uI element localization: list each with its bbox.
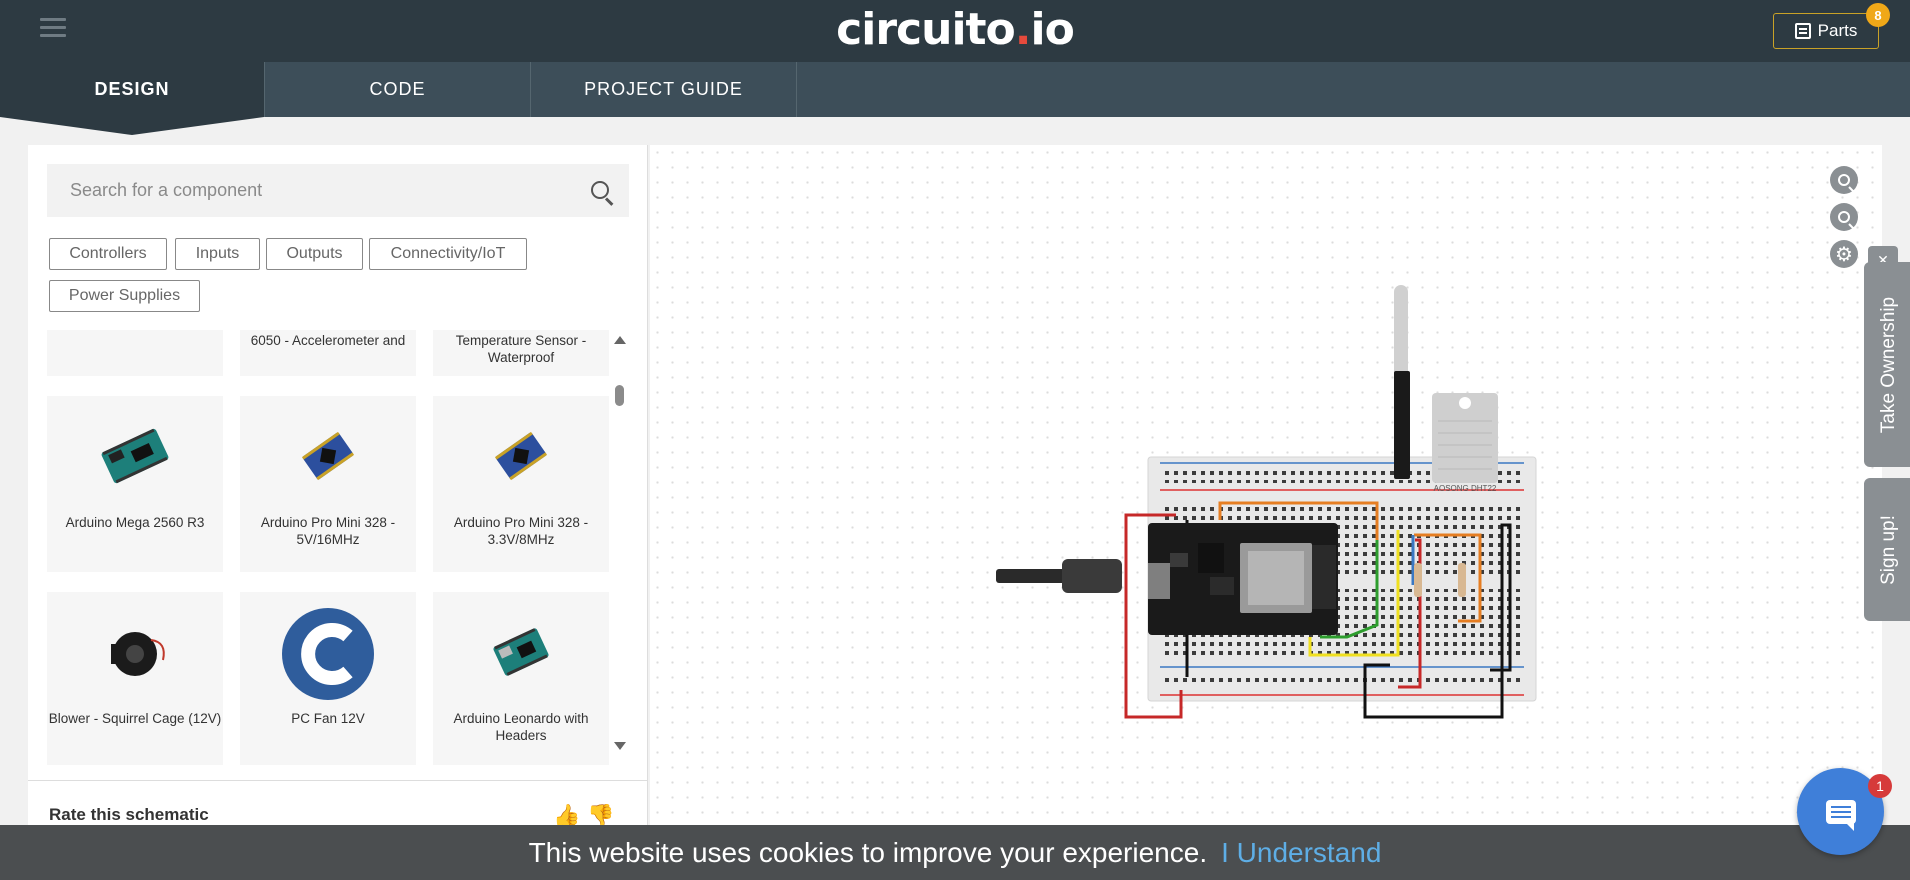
sign-up-label: Sign up! [1878,514,1899,585]
component-label: Blower - Squirrel Cage (12V) [48,711,222,726]
component-label: Temperature Sensor - Waterproof [455,333,587,365]
cookie-message: This website uses cookies to improve you… [528,836,1208,868]
resistor [1414,563,1422,597]
component-card[interactable]: Arduino Pro Mini 328 - 5V/16MHz [240,396,416,572]
component-card[interactable] [47,330,223,376]
component-card[interactable]: PC Fan 12V [240,592,416,765]
scroll-down-icon[interactable] [614,742,626,750]
chat-badge: 1 [1868,774,1892,798]
component-card[interactable]: Temperature Sensor - Waterproof [433,330,609,376]
take-ownership-tab[interactable]: Take Ownership [1864,262,1910,467]
rate-schematic-label: Rate this schematic [49,805,209,824]
ds18b20-probe [1394,285,1408,385]
chat-icon [1825,799,1856,831]
component-label: Arduino Leonardo with Headers [453,711,589,743]
cookie-accept-link[interactable]: I Understand [1221,837,1381,869]
take-ownership-label: Take Ownership [1878,296,1899,433]
arduino-leonardo-icon [493,628,549,676]
tab-design[interactable]: DESIGN [0,62,265,117]
component-label: Arduino Mega 2560 R3 [65,515,205,530]
pro-mini-icon [494,431,548,481]
zoom-out-icon[interactable] [1830,203,1858,231]
scrollbar-thumb[interactable] [615,385,624,406]
filter-outputs[interactable]: Outputs [266,238,363,270]
logo-tail: io [1030,4,1075,55]
component-card[interactable]: Arduino Leonardo with Headers [433,592,609,765]
usb-plug [1062,559,1122,593]
tab-code[interactable]: CODE [265,62,531,117]
component-card[interactable]: Arduino Pro Mini 328 - 3.3V/8MHz [433,396,609,572]
component-card[interactable]: Arduino Mega 2560 R3 [47,396,223,572]
component-label: PC Fan 12V [291,711,365,726]
settings-gear-icon[interactable]: ⚙ [1830,240,1858,268]
component-panel: Controllers Inputs Outputs Connectivity/… [28,145,648,825]
logo-dot: . [1014,4,1032,55]
dht22-label: AOSONG DHT22 [1434,484,1497,493]
component-grid: 6050 - Accelerometer and Temperature Sen… [47,330,625,765]
parts-button[interactable]: Parts [1773,13,1879,49]
circuito-c-icon [282,608,374,700]
component-card[interactable]: 6050 - Accelerometer and [240,330,416,376]
tab-project-guide[interactable]: PROJECT GUIDE [531,62,797,117]
logo[interactable]: circuito.io [0,4,1910,55]
filter-inputs[interactable]: Inputs [175,238,260,270]
sign-up-tab[interactable]: Sign up! [1864,478,1910,621]
filter-connectivity-iot[interactable]: Connectivity/IoT [369,238,527,270]
active-tab-indicator [0,117,264,135]
top-bar: circuito.io Parts 8 [0,0,1910,62]
tab-bar: DESIGN CODE PROJECT GUIDE [0,62,1910,117]
component-label: 6050 - Accelerometer and [250,333,406,348]
arduino-mega-icon [101,428,169,484]
thumbs-down-icon[interactable]: 👎 [587,803,614,825]
design-canvas[interactable]: AOSONG DHT22 ⚙ [650,145,1882,825]
blower-icon [111,632,165,676]
filter-controllers[interactable]: Controllers [49,238,167,270]
search-input[interactable] [47,164,567,217]
parts-label: Parts [1817,21,1858,40]
search-box [47,164,629,217]
thumbs-up-icon[interactable]: 👍 [553,803,580,825]
scroll-up-icon[interactable] [614,336,626,344]
pro-mini-icon [301,431,355,481]
filter-power-supplies[interactable]: Power Supplies [49,280,200,312]
resistor [1458,563,1466,597]
component-card[interactable]: Blower - Squirrel Cage (12V) [47,592,223,765]
circuit-diagram[interactable]: AOSONG DHT22 [650,145,1882,825]
logo-text: circuito [836,4,1016,55]
grid-scrollbar[interactable] [612,330,626,760]
component-label: Arduino Pro Mini 328 - 5V/16MHz [260,515,396,547]
divider [28,780,647,781]
cookie-banner: This website uses cookies to improve you… [0,825,1910,880]
parts-count-badge: 8 [1866,3,1890,27]
usb-cable [996,569,1066,583]
search-icon[interactable] [591,181,609,199]
zoom-in-icon[interactable] [1830,166,1858,194]
component-label: Arduino Pro Mini 328 - 3.3V/8MHz [453,515,589,547]
list-icon [1794,23,1811,39]
